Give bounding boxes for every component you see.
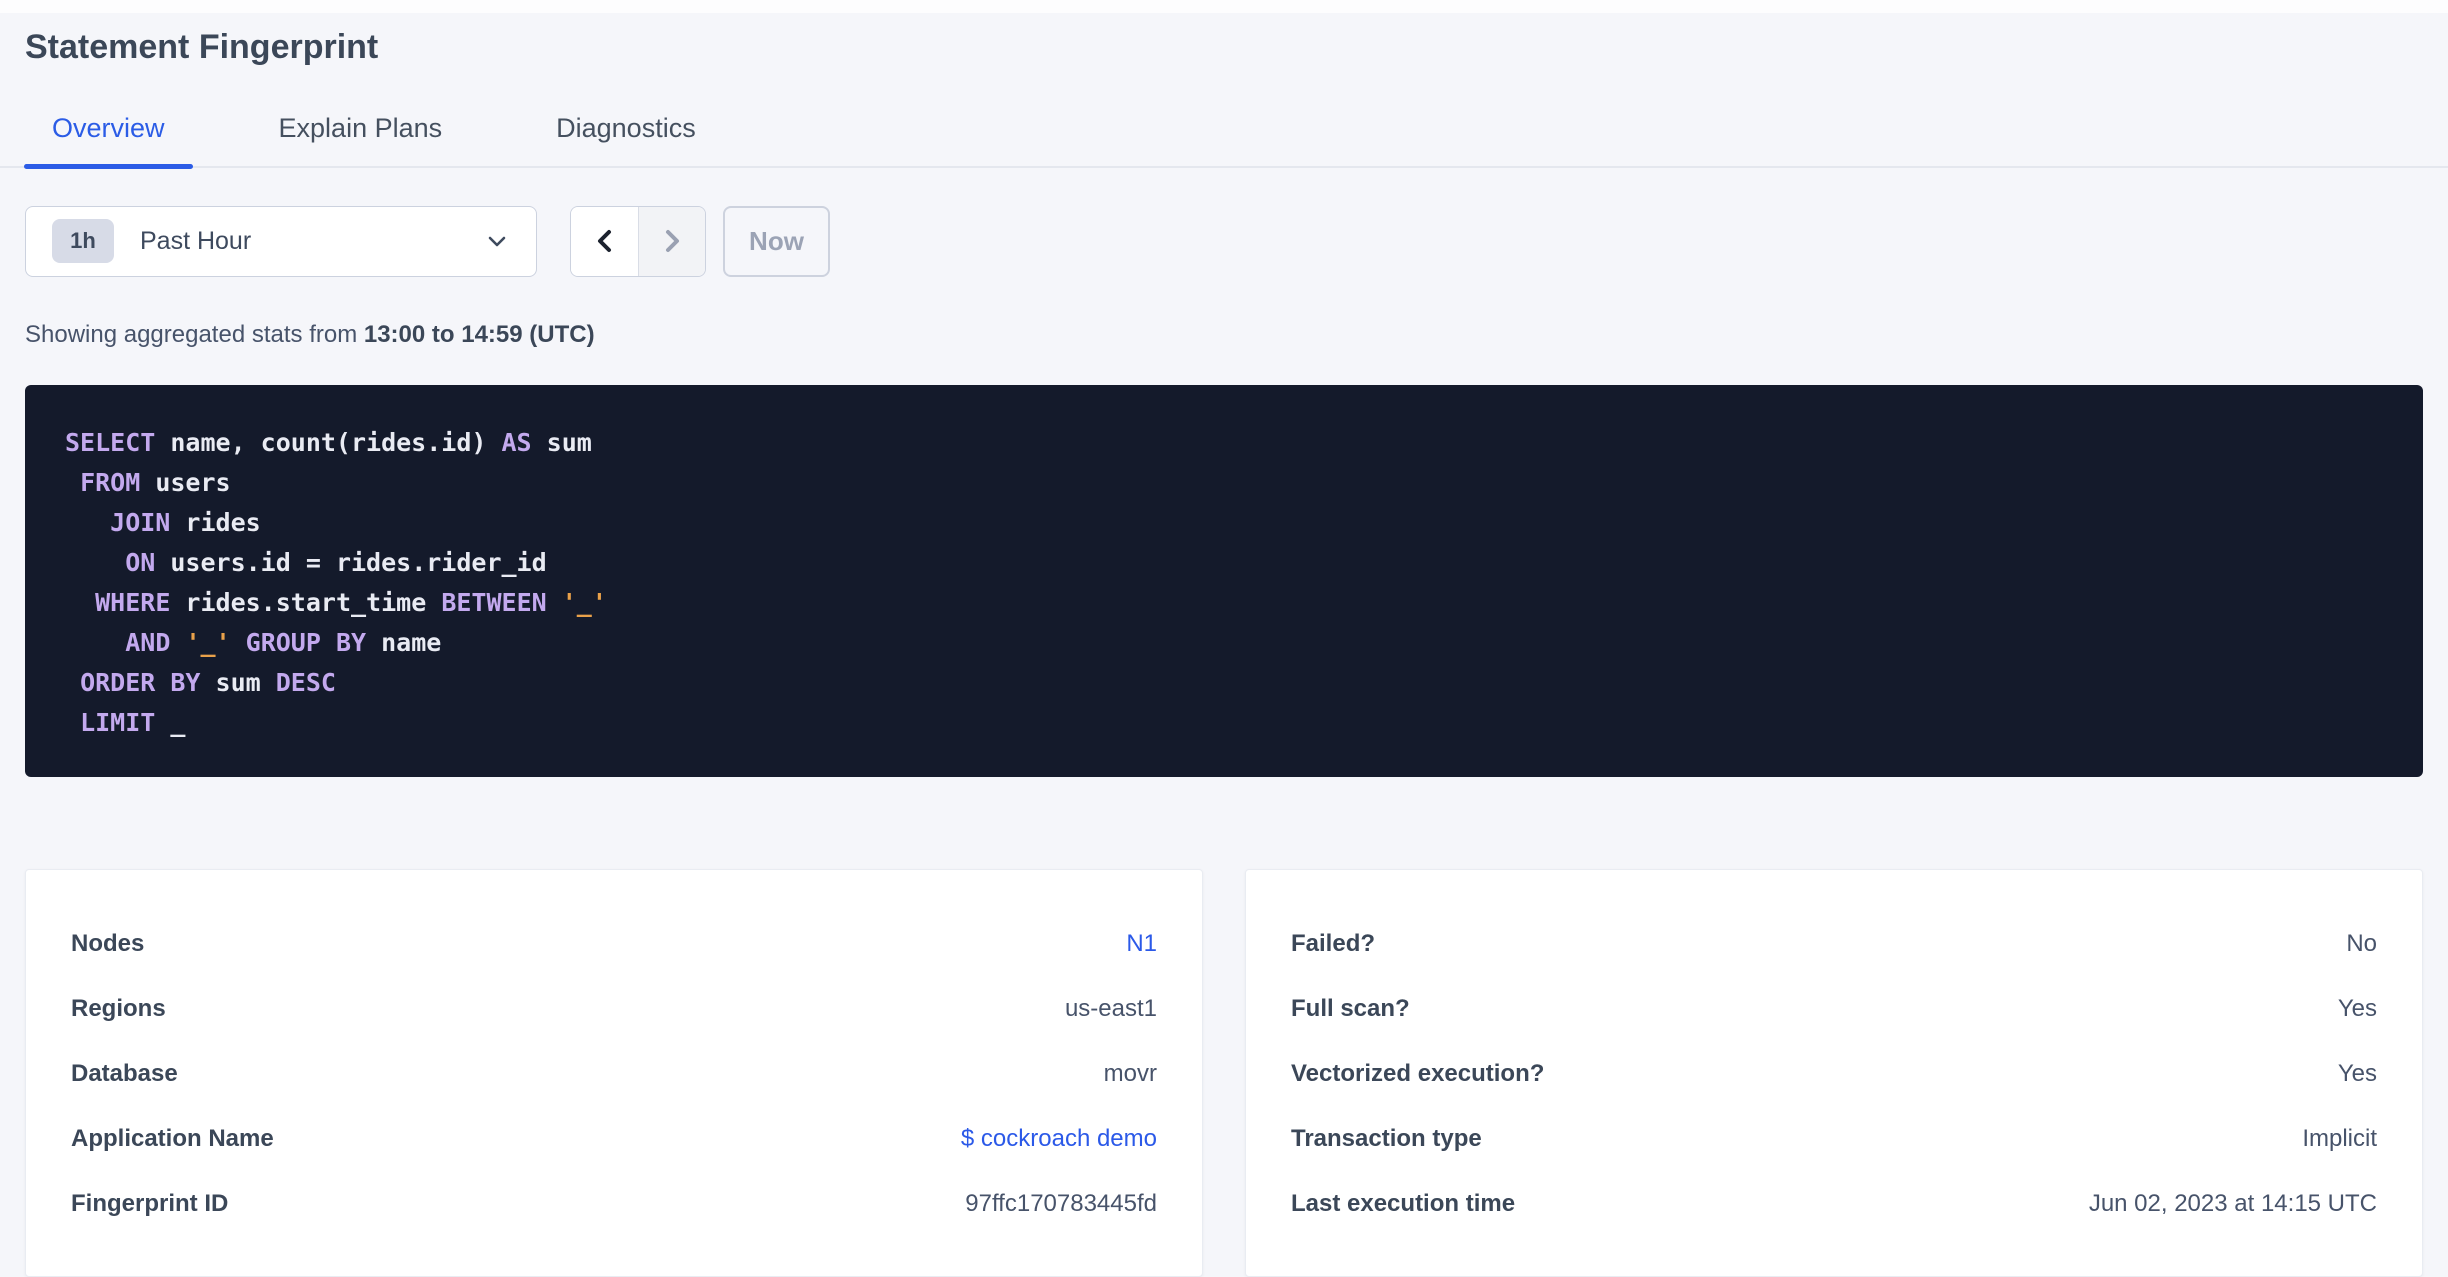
tab-explain-plans[interactable]: Explain Plans: [251, 107, 471, 166]
next-time-button[interactable]: [638, 206, 705, 276]
stat-row-transaction-type: Transaction type Implicit: [1291, 1125, 2377, 1153]
execution-attributes-card: Failed? No Full scan? Yes Vectorized executi…: [1245, 868, 2423, 1277]
aggregated-stats-summary: Showing aggregated stats from 13:00 to 1…: [25, 321, 2423, 349]
detail-cards: Nodes N1 Regions us-east1 Database movr Applic…: [25, 868, 2423, 1277]
top-strip: [0, 0, 2448, 13]
stat-value-database: movr: [1103, 1059, 1157, 1087]
statement-details-card: Nodes N1 Regions us-east1 Database movr Applic…: [25, 868, 1203, 1277]
tab-overview[interactable]: Overview: [24, 107, 193, 169]
tab-diagnostics[interactable]: Diagnostics: [528, 107, 724, 166]
summary-prefix: Showing aggregated stats from: [25, 320, 364, 348]
stat-label-full-scan: Full scan?: [1291, 994, 1410, 1022]
stat-value-full-scan: Yes: [2337, 994, 2377, 1022]
sql-line: FROM users: [80, 467, 231, 497]
stat-row-nodes: Nodes N1: [71, 930, 1157, 958]
chevron-right-icon: [659, 226, 685, 256]
previous-time-button[interactable]: [571, 206, 638, 276]
stat-value-nodes[interactable]: N1: [1126, 930, 1157, 958]
sql-line: JOIN rides: [110, 507, 261, 537]
stat-value-vectorized-execution: Yes: [2337, 1059, 2377, 1087]
sql-line: SELECT name, count(rides.id) AS sum: [65, 427, 592, 457]
time-range-badge: 1h: [52, 219, 114, 263]
page-title: Statement Fingerprint: [25, 28, 379, 66]
stat-value-last-execution-time: Jun 02, 2023 at 14:15 UTC: [2088, 1189, 2377, 1217]
stat-label-vectorized-execution: Vectorized execution?: [1291, 1059, 1545, 1087]
sql-line: LIMIT _: [80, 707, 186, 737]
stat-label-regions: Regions: [71, 994, 166, 1022]
stat-label-last-execution-time: Last execution time: [1291, 1189, 1516, 1217]
stat-row-failed: Failed? No: [1291, 930, 2377, 958]
stat-label-nodes: Nodes: [71, 929, 145, 957]
chevron-down-icon: [485, 229, 509, 253]
stat-row-application-name: Application Name $ cockroach demo: [71, 1125, 1157, 1153]
time-range-label: Past Hour: [140, 226, 252, 255]
sql-line: WHERE rides.start_time BETWEEN '_': [95, 587, 607, 617]
sql-line: ON users.id = rides.rider_id: [125, 547, 547, 577]
stat-label-failed: Failed?: [1291, 929, 1376, 957]
now-button[interactable]: Now: [723, 205, 830, 277]
chevron-left-icon: [592, 226, 618, 256]
summary-time-range: 13:00 to 14:59 (UTC): [363, 320, 595, 348]
sql-line: AND '_' GROUP BY name: [125, 627, 442, 657]
sql-statement: SELECT name, count(rides.id) AS sum FROM…: [25, 384, 2423, 777]
stat-label-fingerprint-id: Fingerprint ID: [71, 1189, 229, 1217]
stat-label-transaction-type: Transaction type: [1291, 1124, 1482, 1152]
stat-row-database: Database movr: [71, 1060, 1157, 1088]
stat-label-application-name: Application Name: [71, 1124, 274, 1152]
stat-value-application-name[interactable]: $ cockroach demo: [961, 1125, 1157, 1153]
stat-row-regions: Regions us-east1: [71, 995, 1157, 1023]
stat-row-full-scan: Full scan? Yes: [1291, 995, 2377, 1023]
time-controls: 1h Past Hour Now: [25, 205, 2423, 277]
stat-label-database: Database: [71, 1059, 178, 1087]
stat-value-fingerprint-id: 97ffc170783445fd: [965, 1189, 1157, 1217]
stat-value-regions: us-east1: [1064, 994, 1157, 1022]
tab-bar: Overview Explain Plans Diagnostics: [0, 107, 2448, 169]
stat-row-last-execution-time: Last execution time Jun 02, 2023 at 14:15…: [1291, 1190, 2377, 1218]
stat-row-fingerprint-id: Fingerprint ID 97ffc170783445fd: [71, 1190, 1157, 1218]
sql-line: ORDER BY sum DESC: [80, 667, 336, 697]
stat-row-vectorized-execution: Vectorized execution? Yes: [1291, 1060, 2377, 1088]
time-range-dropdown[interactable]: 1h Past Hour: [25, 205, 537, 277]
stat-value-failed: No: [2346, 929, 2377, 957]
stat-value-transaction-type: Implicit: [2302, 1124, 2377, 1152]
time-pager: [570, 205, 706, 277]
